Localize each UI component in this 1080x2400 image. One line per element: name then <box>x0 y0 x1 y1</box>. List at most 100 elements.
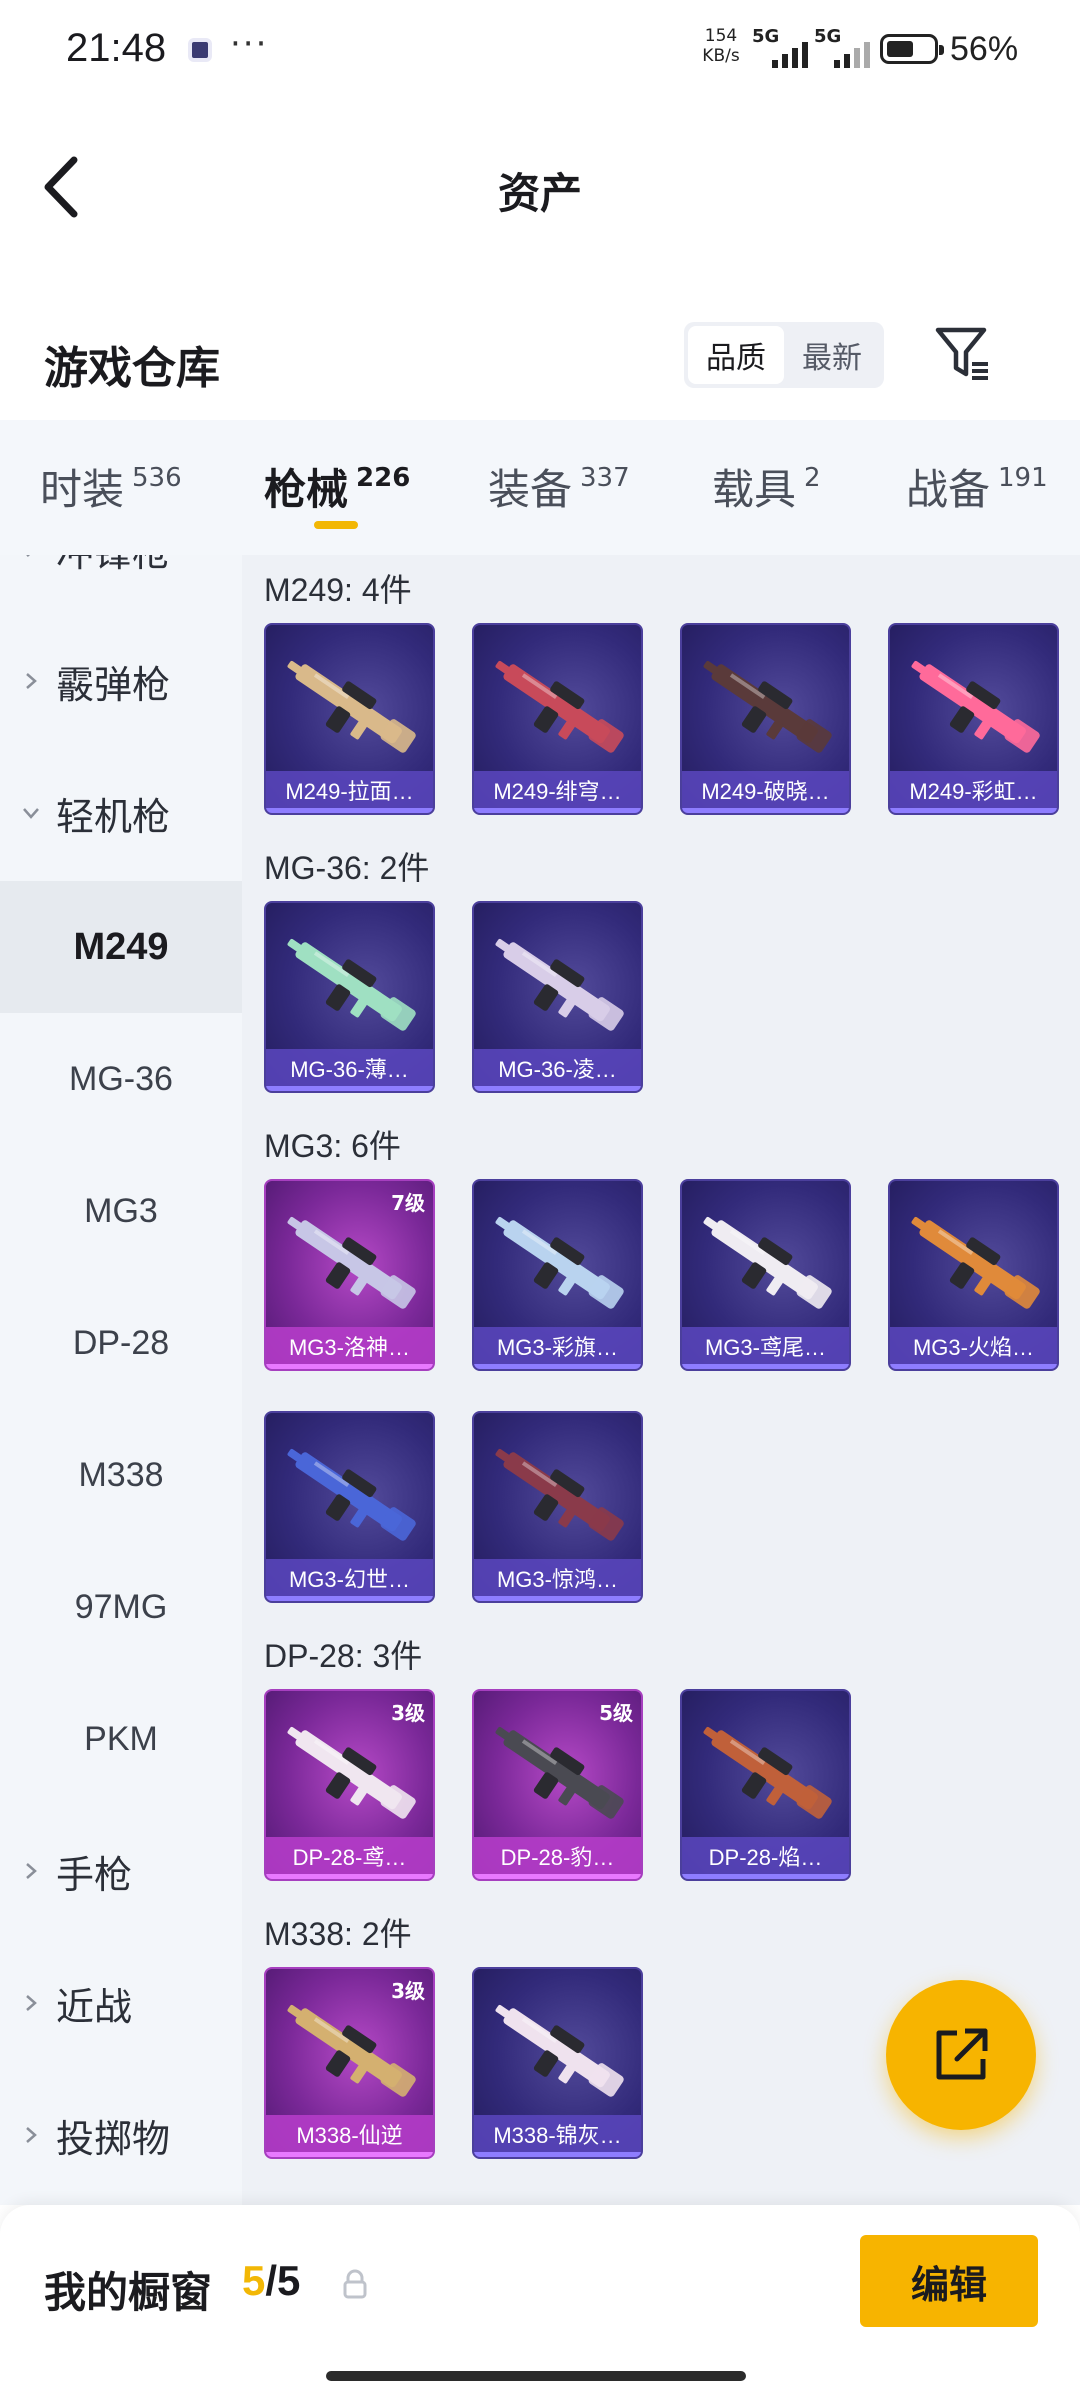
skin-level-badge: 5级 <box>599 1701 633 1725</box>
skin-card[interactable]: M249-拉面… <box>264 623 435 815</box>
sort-quality-button[interactable]: 品质 <box>688 326 784 384</box>
active-tab-indicator <box>314 521 358 529</box>
tab-count: 226 <box>356 463 411 493</box>
app-notification-icon <box>188 38 212 62</box>
skin-level-badge: 7级 <box>391 1191 425 1215</box>
skin-card[interactable]: 3级 DP-28-鸢… <box>264 1689 435 1881</box>
chevron-right-icon <box>26 1863 37 1879</box>
weapon-image <box>287 1216 416 1309</box>
weapon-image <box>495 660 624 753</box>
tab-label: 载具 <box>712 465 797 514</box>
skin-card[interactable]: 7级 MG3-洛神… <box>264 1179 435 1371</box>
skin-name: M249-破晓… <box>682 771 849 813</box>
battery-icon <box>880 34 944 64</box>
tab-firearms[interactable]: 枪械 226 <box>264 456 410 517</box>
skin-name: MG3-惊鸿… <box>474 1559 641 1601</box>
sidebar-item-dp28[interactable]: DP-28 <box>0 1277 242 1409</box>
group-title: M249: 4件 <box>264 572 412 608</box>
skin-card[interactable]: MG3-鸢尾… <box>680 1179 851 1371</box>
sidebar-item-97mg[interactable]: 97MG <box>0 1541 242 1673</box>
skin-card[interactable]: M249-破晓… <box>680 623 851 815</box>
tab-count: 337 <box>580 463 630 493</box>
skin-name: M338-锦灰… <box>474 2115 641 2157</box>
skin-card[interactable]: MG-36-薄… <box>264 901 435 1093</box>
skin-card[interactable]: 5级 DP-28-豹… <box>472 1689 643 1881</box>
skin-card[interactable]: MG-36-凌… <box>472 901 643 1093</box>
skin-level-badge: 3级 <box>391 1701 425 1725</box>
weapon-image <box>495 1216 624 1309</box>
weapon-image <box>495 1726 624 1819</box>
share-external-icon <box>936 2028 988 2080</box>
header: 资产 <box>0 100 1080 275</box>
sidebar-item-label: 投掷物 <box>56 2116 171 2161</box>
showcase-bar: 我的橱窗 5/5 编辑 <box>0 2205 1080 2400</box>
skin-card[interactable]: MG3-幻世… <box>264 1411 435 1603</box>
network-speed: 154 KB/s <box>696 26 746 66</box>
skin-card[interactable]: M249-彩虹… <box>888 623 1059 815</box>
tab-label: 枪械 <box>264 465 349 514</box>
tab-label: 时装 <box>40 465 125 514</box>
weapon-image <box>703 660 832 753</box>
skin-name: MG3-洛神… <box>266 1327 433 1369</box>
tab-vehicles[interactable]: 载具 2 <box>712 456 821 517</box>
chevron-right-icon <box>26 673 37 689</box>
skin-name: M249-绯穹… <box>474 771 641 813</box>
weapon-image <box>287 2004 416 2097</box>
edit-button[interactable]: 编辑 <box>860 2235 1038 2327</box>
sidebar-item-label: 手枪 <box>56 1852 133 1897</box>
skin-card[interactable]: MG3-火焰… <box>888 1179 1059 1371</box>
weapon-image <box>287 938 416 1031</box>
share-button[interactable] <box>886 1980 1036 2130</box>
sidebar-item-m249[interactable]: M249 <box>0 881 242 1013</box>
skin-card[interactable]: MG3-惊鸿… <box>472 1411 643 1603</box>
group-title: MG-36: 2件 <box>264 850 430 886</box>
battery-fill <box>887 41 913 57</box>
weapon-image <box>495 2004 624 2097</box>
sidebar-item-m338[interactable]: M338 <box>0 1409 242 1541</box>
sort-newest-button[interactable]: 最新 <box>784 326 880 384</box>
sidebar-item-lmg[interactable]: 轻机枪 <box>0 747 242 879</box>
weapon-skin-grid: M249: 4件 M249-拉面… M249-绯穹… M249-破晓… M249-彩虹…… <box>242 555 1080 2205</box>
sidebar-item-pistol[interactable]: 手枪 <box>0 1805 242 1937</box>
chevron-down-icon <box>23 808 39 819</box>
weapon-image <box>287 1726 416 1819</box>
skin-card[interactable]: DP-28-焰… <box>680 1689 851 1881</box>
skin-name: M249-拉面… <box>266 771 433 813</box>
showcase-count: 5/5 <box>242 2257 300 2305</box>
weapon-image <box>911 1216 1040 1309</box>
skin-level-badge: 3级 <box>391 1979 425 2003</box>
sidebar-item-mg3[interactable]: MG3 <box>0 1145 242 1277</box>
tab-count: 536 <box>132 463 182 493</box>
sidebar-item-label: 冲锋枪 <box>56 555 170 577</box>
sidebar-item-throwables[interactable]: 投掷物 <box>0 2069 242 2201</box>
showcase-label: 我的橱窗 <box>44 2268 213 2317</box>
sidebar-item-melee[interactable]: 近战 <box>0 1937 242 2069</box>
signal-2-icon: 5G <box>814 26 870 68</box>
tab-equipment[interactable]: 装备 337 <box>488 456 630 517</box>
tab-count: 2 <box>804 463 821 493</box>
signal-1-icon: 5G <box>752 26 808 68</box>
filter-icon[interactable] <box>934 324 992 384</box>
skin-name: MG3-鸢尾… <box>682 1327 849 1369</box>
tab-fashion[interactable]: 时装 536 <box>40 456 182 517</box>
sidebar-item-pkm[interactable]: PKM <box>0 1673 242 1805</box>
skin-card[interactable]: MG3-彩旗… <box>472 1179 643 1371</box>
sidebar-item-label: 近战 <box>56 1984 133 2029</box>
tab-supplies[interactable]: 战备 191 <box>906 456 1048 517</box>
skin-card[interactable]: M249-绯穹… <box>472 623 643 815</box>
sort-toggle: 品质 最新 <box>684 322 884 388</box>
chevron-right-icon <box>26 1995 37 2011</box>
tab-count: 191 <box>998 463 1048 493</box>
skin-card[interactable]: M338-锦灰… <box>472 1967 643 2159</box>
group-title: DP-28: 3件 <box>264 1638 423 1674</box>
weapon-image <box>703 1726 832 1819</box>
sidebar-item-mg36[interactable]: MG-36 <box>0 1013 242 1145</box>
sidebar-item-smg[interactable]: 冲锋枪 <box>0 555 242 615</box>
tab-label: 装备 <box>488 465 573 514</box>
group-title: M338: 2件 <box>264 1916 412 1952</box>
sidebar-item-shotgun[interactable]: 霰弹枪 <box>0 615 242 747</box>
skin-name: MG-36-薄… <box>266 1049 433 1091</box>
skin-name: DP-28-鸢… <box>266 1837 433 1879</box>
skin-card[interactable]: 3级 M338-仙逆 <box>264 1967 435 2159</box>
more-notifications-icon: ··· <box>230 24 269 64</box>
